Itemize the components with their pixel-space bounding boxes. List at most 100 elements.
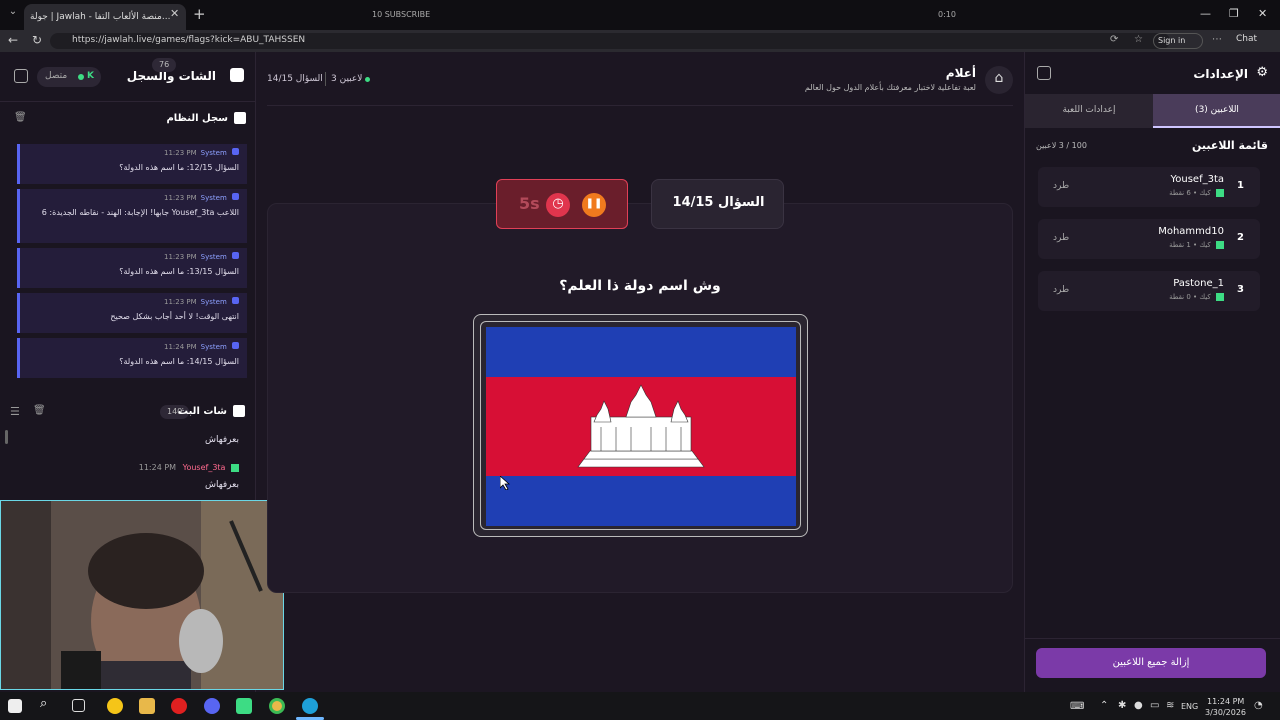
clear-log-trash-icon[interactable]: 🗑 bbox=[14, 112, 27, 123]
chrome-icon[interactable] bbox=[269, 698, 285, 714]
kick-icon bbox=[231, 463, 239, 472]
stream-chat-title: شات البث bbox=[178, 406, 227, 417]
wifi-icon[interactable]: ≋ bbox=[1166, 700, 1174, 711]
player-detail-text: كيك • 6 نقطة bbox=[1169, 189, 1211, 197]
tab-players[interactable]: اللاعبين (3) bbox=[1153, 94, 1280, 128]
microphone-icon[interactable]: ● bbox=[1134, 700, 1143, 711]
question-prompt: وش اسم دولة ذا العلم؟ bbox=[559, 278, 721, 294]
discord-icon[interactable] bbox=[204, 698, 220, 714]
log-time: 11:24 PM bbox=[163, 343, 197, 351]
reload-icon[interactable]: ↻ bbox=[32, 33, 42, 47]
log-time: 11:23 PM bbox=[163, 194, 197, 202]
more-icon[interactable]: ⋯ bbox=[1212, 34, 1222, 45]
system-log-message: 11:23 PM System انتهى الوقت! لا أحد أجاب … bbox=[17, 293, 247, 333]
player-rank: 1 bbox=[1237, 180, 1244, 191]
url-text: https://jawlah.live/games/flags?kick=ABU… bbox=[72, 35, 306, 45]
settings-tabs: إعدادات اللعبة اللاعبين (3) bbox=[1025, 94, 1280, 128]
remove-all-players-button[interactable]: إزالة جميع اللاعبين bbox=[1036, 648, 1266, 678]
divider bbox=[325, 72, 326, 86]
collapse-panel-icon[interactable] bbox=[14, 69, 28, 83]
keyboard-icon[interactable]: ⌨ bbox=[1070, 701, 1084, 712]
clear-chat-trash-icon[interactable]: 🗑 bbox=[33, 405, 46, 416]
question-progress-top: السؤال 14/15 bbox=[267, 74, 323, 84]
windows-start-icon[interactable] bbox=[8, 699, 22, 713]
kick-player-button[interactable]: طرد bbox=[1053, 285, 1069, 295]
log-text: اللاعب Yousef_3ta جابها! الإجابة: الهند … bbox=[41, 208, 239, 217]
overlay-subscribe: 10 SUBSCRIBE bbox=[372, 10, 431, 19]
chat-label: Chat bbox=[1236, 34, 1258, 44]
settings-title: الإعدادات bbox=[1193, 67, 1248, 81]
chat-panel-header: K متصل الشات والسجل bbox=[0, 52, 256, 102]
player-detail-text: كيك • 1 نقطة bbox=[1169, 241, 1211, 249]
bot-icon bbox=[232, 193, 239, 200]
clock-time[interactable]: 11:24 PM bbox=[1207, 697, 1244, 706]
system-log-message: 11:23 PM System السؤال 13/15: ما اسم هذه … bbox=[17, 248, 247, 288]
log-time: 11:23 PM bbox=[163, 298, 197, 306]
close-window-icon[interactable]: ✕ bbox=[1258, 7, 1267, 20]
collapse-panel-icon[interactable] bbox=[1037, 66, 1051, 80]
log-time: 11:23 PM bbox=[163, 149, 197, 157]
chat-username[interactable]: Yousef_3ta bbox=[183, 463, 226, 472]
windows-taskbar: ⌕ ⌨ ⌃ ✱ ● ▭ ≋ ENG 11:24 PM 3/30/2026 ◔ bbox=[0, 692, 1280, 720]
log-meta: 11:23 PM System bbox=[28, 193, 239, 202]
favorites-icon[interactable]: ☆ bbox=[1134, 34, 1143, 45]
media-player-icon[interactable] bbox=[171, 698, 187, 714]
copilot-chat-button[interactable]: Chat bbox=[1236, 34, 1257, 44]
log-text: السؤال 13/15: ما اسم هذه الدولة؟ bbox=[119, 267, 239, 276]
timer-value: 5s bbox=[519, 194, 540, 213]
new-tab-icon[interactable]: + bbox=[193, 5, 206, 23]
question-counter: السؤال 14/15 bbox=[672, 195, 765, 210]
extensions-icon[interactable]: ⟳ bbox=[1110, 34, 1118, 45]
edge-icon[interactable] bbox=[302, 698, 318, 714]
url-field[interactable]: https://jawlah.live/games/flags?kick=ABU… bbox=[50, 33, 1170, 49]
tab-menu-icon[interactable]: ⌄ bbox=[4, 6, 22, 24]
notifications-icon[interactable]: ◔ bbox=[1254, 700, 1263, 711]
clock-date[interactable]: 3/30/2026 bbox=[1205, 708, 1246, 717]
pause-button[interactable]: ❚❚ bbox=[582, 193, 606, 217]
kick-icon bbox=[1216, 241, 1224, 249]
maximize-icon[interactable]: ❐ bbox=[1229, 7, 1239, 20]
chat-settings-icon[interactable]: ☰ bbox=[10, 405, 20, 418]
flag-image bbox=[486, 327, 796, 526]
system-log-message: 11:23 PM System اللاعب Yousef_3ta جابها! … bbox=[17, 189, 247, 243]
log-meta: 11:23 PM System bbox=[28, 297, 239, 306]
settings-panel: الإعدادات ⚙ إعدادات اللعبة اللاعبين (3) … bbox=[1024, 52, 1280, 692]
sign-in-button[interactable]: Sign in bbox=[1153, 33, 1203, 49]
tray-chevron-icon[interactable]: ⌃ bbox=[1100, 700, 1108, 711]
search-icon[interactable]: ⌕ bbox=[40, 696, 56, 712]
tab-game-settings[interactable]: إعدادات اللعبة bbox=[1025, 94, 1153, 128]
settings-tray-icon[interactable]: ✱ bbox=[1118, 700, 1126, 711]
chat-message: بعرفهاش bbox=[205, 480, 239, 490]
kick-app-icon[interactable] bbox=[236, 698, 252, 714]
log-scrollbar[interactable] bbox=[5, 430, 8, 444]
chat-message: بعرفهاش bbox=[205, 435, 239, 445]
minimize-icon[interactable]: — bbox=[1200, 7, 1211, 20]
kick-player-button[interactable]: طرد bbox=[1053, 181, 1069, 191]
close-tab-icon[interactable]: ✕ bbox=[170, 7, 179, 20]
remove-all-label: إزالة جميع اللاعبين bbox=[1112, 657, 1190, 668]
file-explorer-icon[interactable] bbox=[139, 698, 155, 714]
chat-bubble-icon bbox=[233, 405, 245, 417]
browser-tab-bar: ⌄ جولة | Jawlah - منصة الألعاب التفا... … bbox=[0, 0, 1280, 30]
home-icon[interactable]: ⌂ bbox=[985, 66, 1013, 94]
log-time: 11:23 PM bbox=[163, 253, 197, 261]
snapchat-icon[interactable] bbox=[107, 698, 123, 714]
task-view-icon[interactable] bbox=[72, 699, 85, 712]
kick-player-button[interactable]: طرد bbox=[1053, 233, 1069, 243]
player-name: Pastone_1 bbox=[1173, 278, 1224, 289]
kick-icon: K bbox=[87, 71, 94, 81]
webcam-overlay bbox=[0, 500, 284, 690]
clock-icon: ◷ bbox=[546, 193, 570, 217]
battery-icon[interactable]: ▭ bbox=[1150, 700, 1159, 711]
system-log-header: 🗑 76 سجل النظام bbox=[0, 58, 256, 134]
browser-tab[interactable]: جولة | Jawlah - منصة الألعاب التفا... bbox=[24, 4, 186, 30]
chat-time: 11:24 PM bbox=[138, 463, 177, 472]
game-subtitle: لعبة تفاعلية لاختبار معرفتك بأعلام الدول… bbox=[804, 83, 976, 92]
player-rank: 3 bbox=[1237, 284, 1244, 295]
language-indicator[interactable]: ENG bbox=[1181, 702, 1198, 711]
log-sender: System bbox=[200, 194, 227, 202]
log-sender: System bbox=[200, 253, 227, 261]
back-icon[interactable]: ← bbox=[8, 33, 18, 47]
online-dot-icon bbox=[78, 74, 84, 80]
flag-frame bbox=[473, 314, 808, 537]
